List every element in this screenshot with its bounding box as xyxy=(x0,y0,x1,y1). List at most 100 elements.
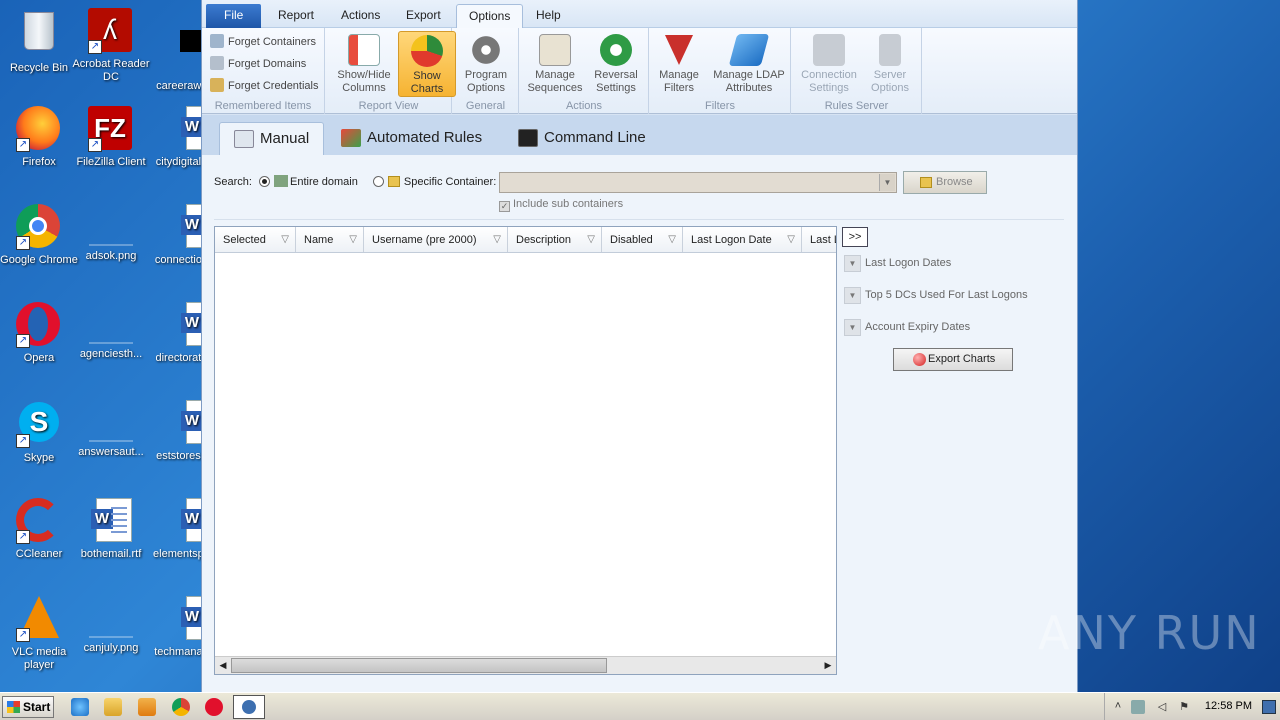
forget-credentials-button[interactable]: Forget Credentials xyxy=(210,76,319,96)
filter-icon[interactable]: ▽ xyxy=(587,227,595,252)
column-header-username[interactable]: Username (pre 2000) ▽ xyxy=(364,227,508,252)
pie-chart-icon xyxy=(411,35,443,67)
column-header-last-logon-date[interactable]: Last Logon Date ▽ xyxy=(683,227,802,252)
filter-icon[interactable]: ▽ xyxy=(493,227,501,252)
scroll-right-arrow-icon[interactable]: ▶ xyxy=(820,657,836,674)
tab-automated-rules[interactable]: Automated Rules xyxy=(327,122,497,155)
opera-icon[interactable] xyxy=(205,698,223,716)
desktop-icon-ccleaner[interactable]: ↗ CCleaner xyxy=(0,498,78,561)
menu-file[interactable]: File xyxy=(206,4,262,28)
chevron-down-icon[interactable]: ▼ xyxy=(879,174,895,191)
desktop-file-answers[interactable]: answersaut... xyxy=(72,400,150,459)
desktop-file-bothemail[interactable]: bothemail.rtf xyxy=(72,498,150,561)
menu-export[interactable]: Export xyxy=(394,4,453,28)
start-button[interactable]: Start xyxy=(2,696,54,718)
desktop-file-agencies[interactable]: agenciesth... xyxy=(72,302,150,361)
manage-filters-button[interactable]: Manage Filters xyxy=(650,31,708,97)
entire-domain-radio[interactable] xyxy=(258,176,270,187)
include-sub-containers[interactable]: ✓ Include sub containers xyxy=(499,198,623,212)
menu-bar: File Report Actions Export Options Help xyxy=(202,0,1077,28)
search-row: Search: Entire domain Specific Container… xyxy=(214,175,496,188)
folder-icon xyxy=(920,177,932,188)
show-hide-columns-button[interactable]: Show/Hide Columns xyxy=(335,31,393,97)
network-icon[interactable] xyxy=(1131,700,1145,714)
program-options-button[interactable]: Program Options xyxy=(457,31,515,97)
menu-options[interactable]: Options xyxy=(456,4,524,28)
group-actions: Manage Sequences Reversal Settings Actio… xyxy=(520,28,649,114)
manage-sequences-button[interactable]: Manage Sequences xyxy=(526,31,584,97)
browse-button[interactable]: Browse xyxy=(903,171,987,194)
export-charts-button[interactable]: Export Charts xyxy=(893,348,1013,371)
desktop-file-canjuly[interactable]: canjuly.png xyxy=(72,596,150,655)
specific-container-option[interactable]: Specific Container: xyxy=(372,176,496,188)
flag-icon[interactable]: ⚑ xyxy=(1177,700,1191,714)
filter-icon[interactable]: ▽ xyxy=(668,227,676,252)
app-icon xyxy=(242,700,256,714)
group-report-view: Show/Hide Columns Show Charts Report Vie… xyxy=(326,28,456,114)
word-doc-icon xyxy=(88,498,134,544)
desktop-icon-acrobat[interactable]: ʎ ↗ Acrobat Reader DC xyxy=(72,8,150,84)
group-filters: Manage Filters Manage LDAP Attributes Fi… xyxy=(650,28,791,114)
file-icon xyxy=(160,30,216,76)
filter-icon[interactable]: ▽ xyxy=(281,227,289,252)
column-header-last-logon-truncated[interactable]: Last L xyxy=(802,227,836,252)
menu-actions[interactable]: Actions xyxy=(329,4,392,28)
desktop-icon-firefox[interactable]: ↗ Firefox xyxy=(0,106,78,169)
clock[interactable]: 12:58 PM xyxy=(1205,700,1252,712)
manage-ldap-attributes-button[interactable]: Manage LDAP Attributes xyxy=(710,31,788,97)
results-grid[interactable]: Selected ▽ Name ▽ Username (pre 2000) ▽ Des… xyxy=(214,226,837,675)
taskbar-app-active[interactable] xyxy=(233,695,265,719)
entire-domain-option[interactable]: Entire domain xyxy=(258,175,361,188)
desktop-icon-recycle-bin[interactable]: Recycle Bin xyxy=(0,8,78,75)
desktop-icon-filezilla[interactable]: FZ ↗ FileZilla Client xyxy=(72,106,150,169)
menu-report[interactable]: Report xyxy=(266,4,326,28)
column-header-name[interactable]: Name ▽ xyxy=(296,227,364,252)
tab-command-line[interactable]: Command Line xyxy=(504,122,664,155)
tab-bar: Manual Automated Rules Command Line xyxy=(202,115,1077,155)
chrome-icon[interactable] xyxy=(172,698,190,716)
chevron-down-icon[interactable]: ▼ xyxy=(844,286,861,304)
specific-container-radio[interactable] xyxy=(372,176,384,187)
show-charts-button[interactable]: Show Charts xyxy=(398,31,456,97)
desktop-icon-vlc[interactable]: ↗ VLC media player xyxy=(0,596,78,672)
chevron-down-icon[interactable]: ▼ xyxy=(844,254,861,272)
filter-icon[interactable]: ▽ xyxy=(787,227,795,252)
connection-settings-button[interactable]: Connection Settings xyxy=(796,31,862,97)
column-header-description[interactable]: Description ▽ xyxy=(508,227,602,252)
scrollbar-thumb[interactable] xyxy=(231,658,607,673)
chart-section-top5-dcs[interactable]: ▼ Top 5 DCs Used For Last Logons xyxy=(844,285,1028,305)
expand-charts-button[interactable]: >> xyxy=(842,227,868,247)
show-desktop-icon[interactable] xyxy=(1262,700,1276,714)
domain-icon xyxy=(273,175,288,187)
internet-explorer-icon[interactable] xyxy=(71,698,89,716)
chart-section-last-logon-dates[interactable]: ▼ Last Logon Dates xyxy=(844,253,951,273)
tab-manual[interactable]: Manual xyxy=(219,122,324,155)
container-combobox[interactable]: ▼ xyxy=(499,172,897,193)
word-doc-icon xyxy=(160,498,222,544)
column-header-disabled[interactable]: Disabled ▽ xyxy=(602,227,683,252)
desktop-icon-skype[interactable]: S ↗ Skype xyxy=(0,400,78,465)
desktop-file-adsok[interactable]: adsok.png xyxy=(72,204,150,263)
chart-section-account-expiry[interactable]: ▼ Account Expiry Dates xyxy=(844,317,970,337)
window-icon xyxy=(234,130,254,148)
scroll-left-arrow-icon[interactable]: ◀ xyxy=(215,657,231,674)
include-sub-containers-checkbox[interactable]: ✓ xyxy=(499,201,510,212)
folder-icon[interactable] xyxy=(104,698,122,716)
server-options-button[interactable]: Server Options xyxy=(861,31,919,97)
media-player-icon[interactable] xyxy=(138,698,156,716)
reversal-settings-button[interactable]: Reversal Settings xyxy=(587,31,645,97)
menu-help[interactable]: Help xyxy=(524,4,573,28)
divider xyxy=(214,219,1064,220)
desktop-icon-chrome[interactable]: ↗ Google Chrome xyxy=(0,204,78,267)
filter-icon[interactable]: ▽ xyxy=(349,227,357,252)
show-hidden-icons-icon[interactable]: ˄ xyxy=(1111,700,1125,714)
forget-containers-button[interactable]: Forget Containers xyxy=(210,32,316,52)
forget-domains-button[interactable]: Forget Domains xyxy=(210,54,306,74)
desktop-icon-opera[interactable]: ↗ Opera xyxy=(0,302,78,365)
column-header-selected[interactable]: Selected ▽ xyxy=(215,227,296,252)
horizontal-scrollbar[interactable]: ◀ ▶ xyxy=(215,656,836,674)
group-rules-server: Connection Settings Server Options Rules… xyxy=(792,28,922,114)
volume-icon[interactable]: ◁ xyxy=(1155,700,1169,714)
chevron-down-icon[interactable]: ▼ xyxy=(844,318,861,336)
word-doc-icon xyxy=(160,204,222,250)
